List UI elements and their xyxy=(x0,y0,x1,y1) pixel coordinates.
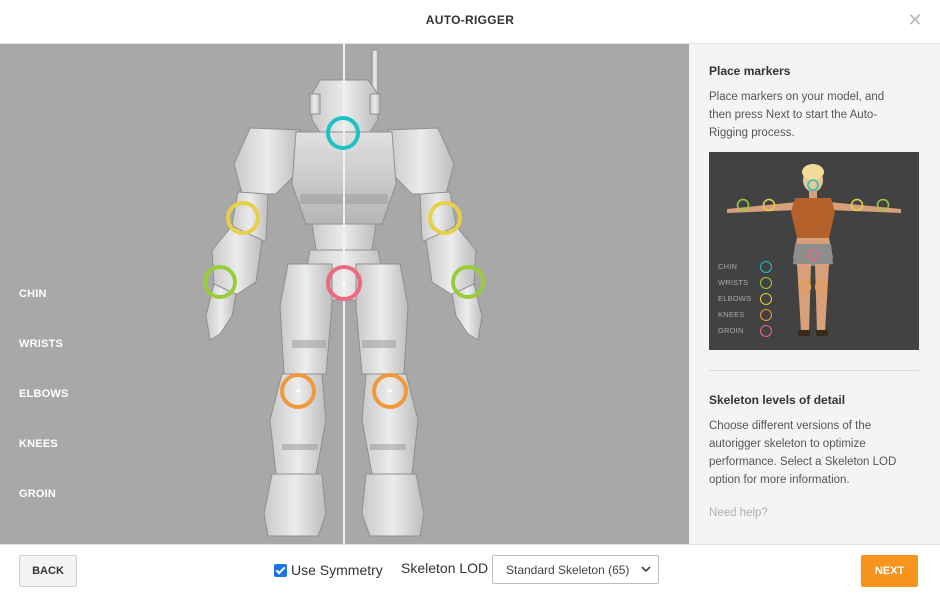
use-symmetry-checkbox[interactable] xyxy=(274,563,287,577)
legend-label: WRISTS xyxy=(718,278,749,287)
chevron-down-icon xyxy=(641,566,651,573)
groin-marker-dot xyxy=(342,281,346,285)
marker-label-groin[interactable]: GROIN xyxy=(19,488,68,538)
panel-divider xyxy=(709,370,919,371)
legend-row-wrists: WRISTS xyxy=(718,276,780,292)
marker-preview-image: CHIN WRISTS ELBOWS KNEES GROIN xyxy=(709,152,919,350)
legend-label: ELBOWS xyxy=(718,294,752,303)
close-icon[interactable]: ✕ xyxy=(906,9,924,31)
use-symmetry-label[interactable]: Use Symmetry xyxy=(291,562,383,578)
legend-ring-icon xyxy=(760,309,772,321)
skeleton-lod-value: Standard Skeleton (65) xyxy=(506,563,630,577)
elbow-marker-right[interactable] xyxy=(428,201,462,235)
auto-rigger-dialog: AUTO-RIGGER ✕ CHIN WRISTS ELBOWS KNEES G… xyxy=(0,0,940,595)
knee-marker-dot xyxy=(296,389,300,393)
need-help-link[interactable]: Need help? xyxy=(709,507,768,519)
marker-label-knees[interactable]: KNEES xyxy=(19,438,68,488)
dialog-title: AUTO-RIGGER xyxy=(425,13,515,27)
wrist-marker-left[interactable] xyxy=(203,265,237,299)
legend-row-groin: GROIN xyxy=(718,324,780,340)
marker-label-list: CHIN WRISTS ELBOWS KNEES GROIN xyxy=(19,288,68,538)
legend-ring-icon xyxy=(760,277,772,289)
use-symmetry-toggle[interactable]: Use Symmetry xyxy=(274,560,383,580)
marker-label-wrists[interactable]: WRISTS xyxy=(19,338,68,388)
legend-row-chin: CHIN xyxy=(718,260,780,276)
model-viewport[interactable]: CHIN WRISTS ELBOWS KNEES GROIN xyxy=(0,44,689,544)
legend-row-knees: KNEES xyxy=(718,308,780,324)
legend-ring-icon xyxy=(760,261,772,273)
marker-label-elbows[interactable]: ELBOWS xyxy=(19,388,68,438)
elbow-marker-left[interactable] xyxy=(226,201,260,235)
dialog-footer: BACK Use Symmetry Skeleton LOD Standard … xyxy=(0,544,940,595)
legend-label: GROIN xyxy=(718,326,744,335)
place-markers-text: Place markers on your model, and then pr… xyxy=(709,91,885,139)
skeleton-lod-label: Skeleton LOD xyxy=(401,560,489,576)
marker-label-chin[interactable]: CHIN xyxy=(19,288,68,338)
legend-label: CHIN xyxy=(718,262,738,271)
dialog-header: AUTO-RIGGER ✕ xyxy=(0,0,940,44)
wrist-marker-right[interactable] xyxy=(451,265,485,299)
legend-row-elbows: ELBOWS xyxy=(718,292,780,308)
instructions-panel: Place markers Place markers on your mode… xyxy=(689,44,940,544)
knee-marker-dot xyxy=(388,389,392,393)
skeleton-lod-select[interactable]: Standard Skeleton (65) xyxy=(492,555,659,584)
next-button[interactable]: NEXT xyxy=(861,555,918,587)
chin-marker[interactable] xyxy=(326,116,360,150)
knee-marker-left[interactable] xyxy=(280,373,316,409)
place-markers-heading: Place markers xyxy=(709,64,791,78)
lod-text: Choose different versions of the autorig… xyxy=(709,420,897,486)
legend-ring-icon xyxy=(760,325,772,337)
lod-heading: Skeleton levels of detail xyxy=(709,393,846,407)
knee-marker-right[interactable] xyxy=(372,373,408,409)
legend-label: KNEES xyxy=(718,310,745,319)
legend-ring-icon xyxy=(760,293,772,305)
back-button[interactable]: BACK xyxy=(19,555,77,587)
preview-legend: CHIN WRISTS ELBOWS KNEES GROIN xyxy=(718,260,780,340)
groin-marker[interactable] xyxy=(326,265,362,301)
